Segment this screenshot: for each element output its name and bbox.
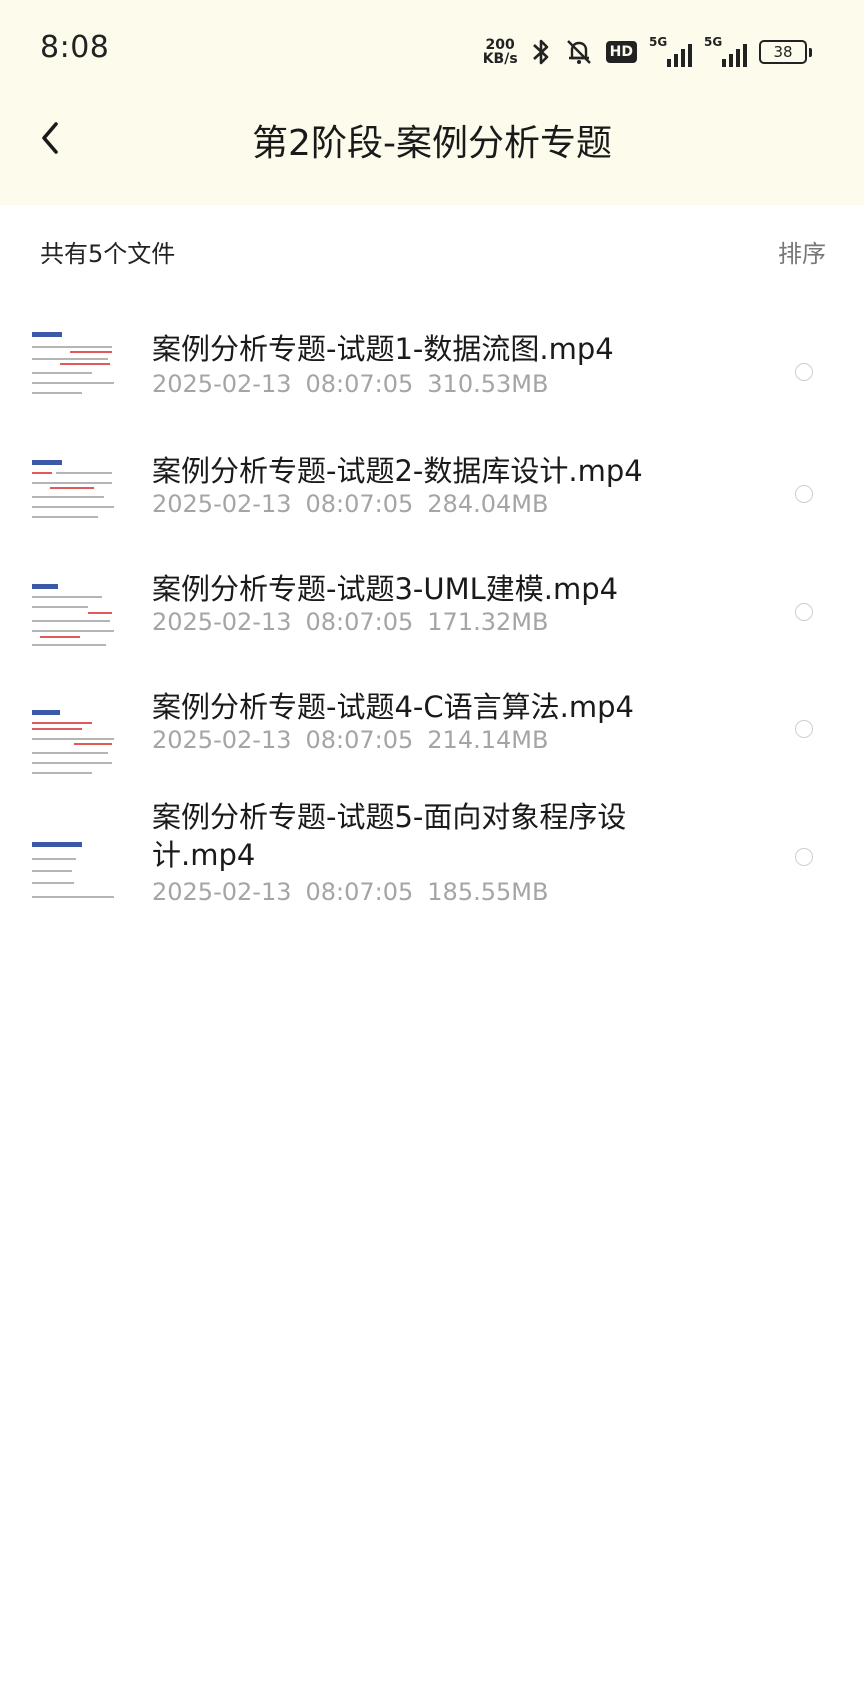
file-size: 284.04MB	[427, 490, 549, 518]
file-name: 案例分析专题-试题4-C语言算法.mp4	[152, 690, 634, 724]
file-item[interactable]: 案例分析专题-试题5-面向对象程序设计.mp4 2025-02-13 08:07:…	[0, 798, 864, 978]
signal-label: 5G	[649, 35, 668, 49]
file-date: 2025-02-13	[152, 726, 292, 754]
file-date: 2025-02-13	[152, 490, 292, 518]
battery-level: 38	[759, 40, 807, 64]
signal-5g-icon: 5G	[649, 35, 692, 67]
file-meta: 2025-02-13 08:07:05 310.53MB	[152, 370, 562, 398]
file-name: 案例分析专题-试题1-数据流图.mp4	[152, 332, 614, 366]
file-time: 08:07:05	[305, 608, 414, 636]
select-radio[interactable]	[795, 485, 813, 503]
select-radio[interactable]	[795, 603, 813, 621]
battery-icon: 38	[759, 40, 812, 64]
file-time: 08:07:05	[305, 878, 414, 906]
file-time: 08:07:05	[305, 370, 414, 398]
file-name: 案例分析专题-试题5-面向对象程序设计.mp4	[152, 800, 627, 872]
select-radio[interactable]	[795, 363, 813, 381]
file-size: 214.14MB	[427, 726, 549, 754]
file-date: 2025-02-13	[152, 608, 292, 636]
file-meta: 2025-02-13 08:07:05 284.04MB	[152, 490, 562, 518]
file-time: 08:07:05	[305, 490, 414, 518]
network-speed: 200 KB/s	[483, 38, 518, 66]
page-title: 第2阶段-案例分析专题	[252, 123, 612, 164]
file-item[interactable]: 案例分析专题-试题3-UML建模.mp4 2025-02-13 08:07:05 1…	[0, 558, 864, 686]
top-header-area: 8:08 200 KB/s HD 5G 5G 38 第2阶段-案例分析专题	[0, 0, 864, 205]
video-thumbnail	[30, 456, 120, 536]
file-list: 案例分析专题-试题1-数据流图.mp4 2025-02-13 08:07:05 31…	[0, 300, 864, 978]
file-meta: 2025-02-13 08:07:05 214.14MB	[152, 726, 562, 754]
file-date: 2025-02-13	[152, 370, 292, 398]
file-name: 案例分析专题-试题3-UML建模.mp4	[152, 572, 619, 606]
status-time: 8:08	[40, 30, 110, 65]
file-date: 2025-02-13	[152, 878, 292, 906]
file-count-label: 共有5个文件	[40, 240, 176, 268]
network-speed-unit: KB/s	[482, 51, 518, 67]
signal-5g-icon-2: 5G	[704, 35, 747, 67]
hd-voice-icon: HD	[605, 41, 637, 63]
select-radio[interactable]	[795, 720, 813, 738]
status-icons: 200 KB/s HD 5G 5G 38	[483, 32, 812, 72]
network-speed-value: 200	[485, 37, 515, 53]
select-radio[interactable]	[795, 848, 813, 866]
video-thumbnail	[30, 838, 120, 918]
file-item[interactable]: 案例分析专题-试题2-数据库设计.mp4 2025-02-13 08:07:05 2…	[0, 430, 864, 558]
file-name: 案例分析专题-试题2-数据库设计.mp4	[152, 454, 643, 488]
sort-button[interactable]: 排序	[778, 234, 826, 269]
file-size: 171.32MB	[427, 608, 549, 636]
video-thumbnail	[30, 580, 120, 660]
file-size: 310.53MB	[427, 370, 549, 398]
file-item[interactable]: 案例分析专题-试题1-数据流图.mp4 2025-02-13 08:07:05 31…	[0, 300, 864, 430]
signal-label-2: 5G	[704, 35, 723, 49]
video-thumbnail	[30, 706, 120, 786]
video-thumbnail	[30, 328, 120, 408]
file-item[interactable]: 案例分析专题-试题4-C语言算法.mp4 2025-02-13 08:07:05 2…	[0, 686, 864, 798]
silent-bell-icon	[566, 40, 591, 64]
file-size: 185.55MB	[427, 878, 549, 906]
bluetooth-icon	[532, 39, 548, 65]
file-time: 08:07:05	[305, 726, 414, 754]
file-meta: 2025-02-13 08:07:05 185.55MB	[152, 878, 562, 906]
file-meta: 2025-02-13 08:07:05 171.32MB	[152, 608, 562, 636]
